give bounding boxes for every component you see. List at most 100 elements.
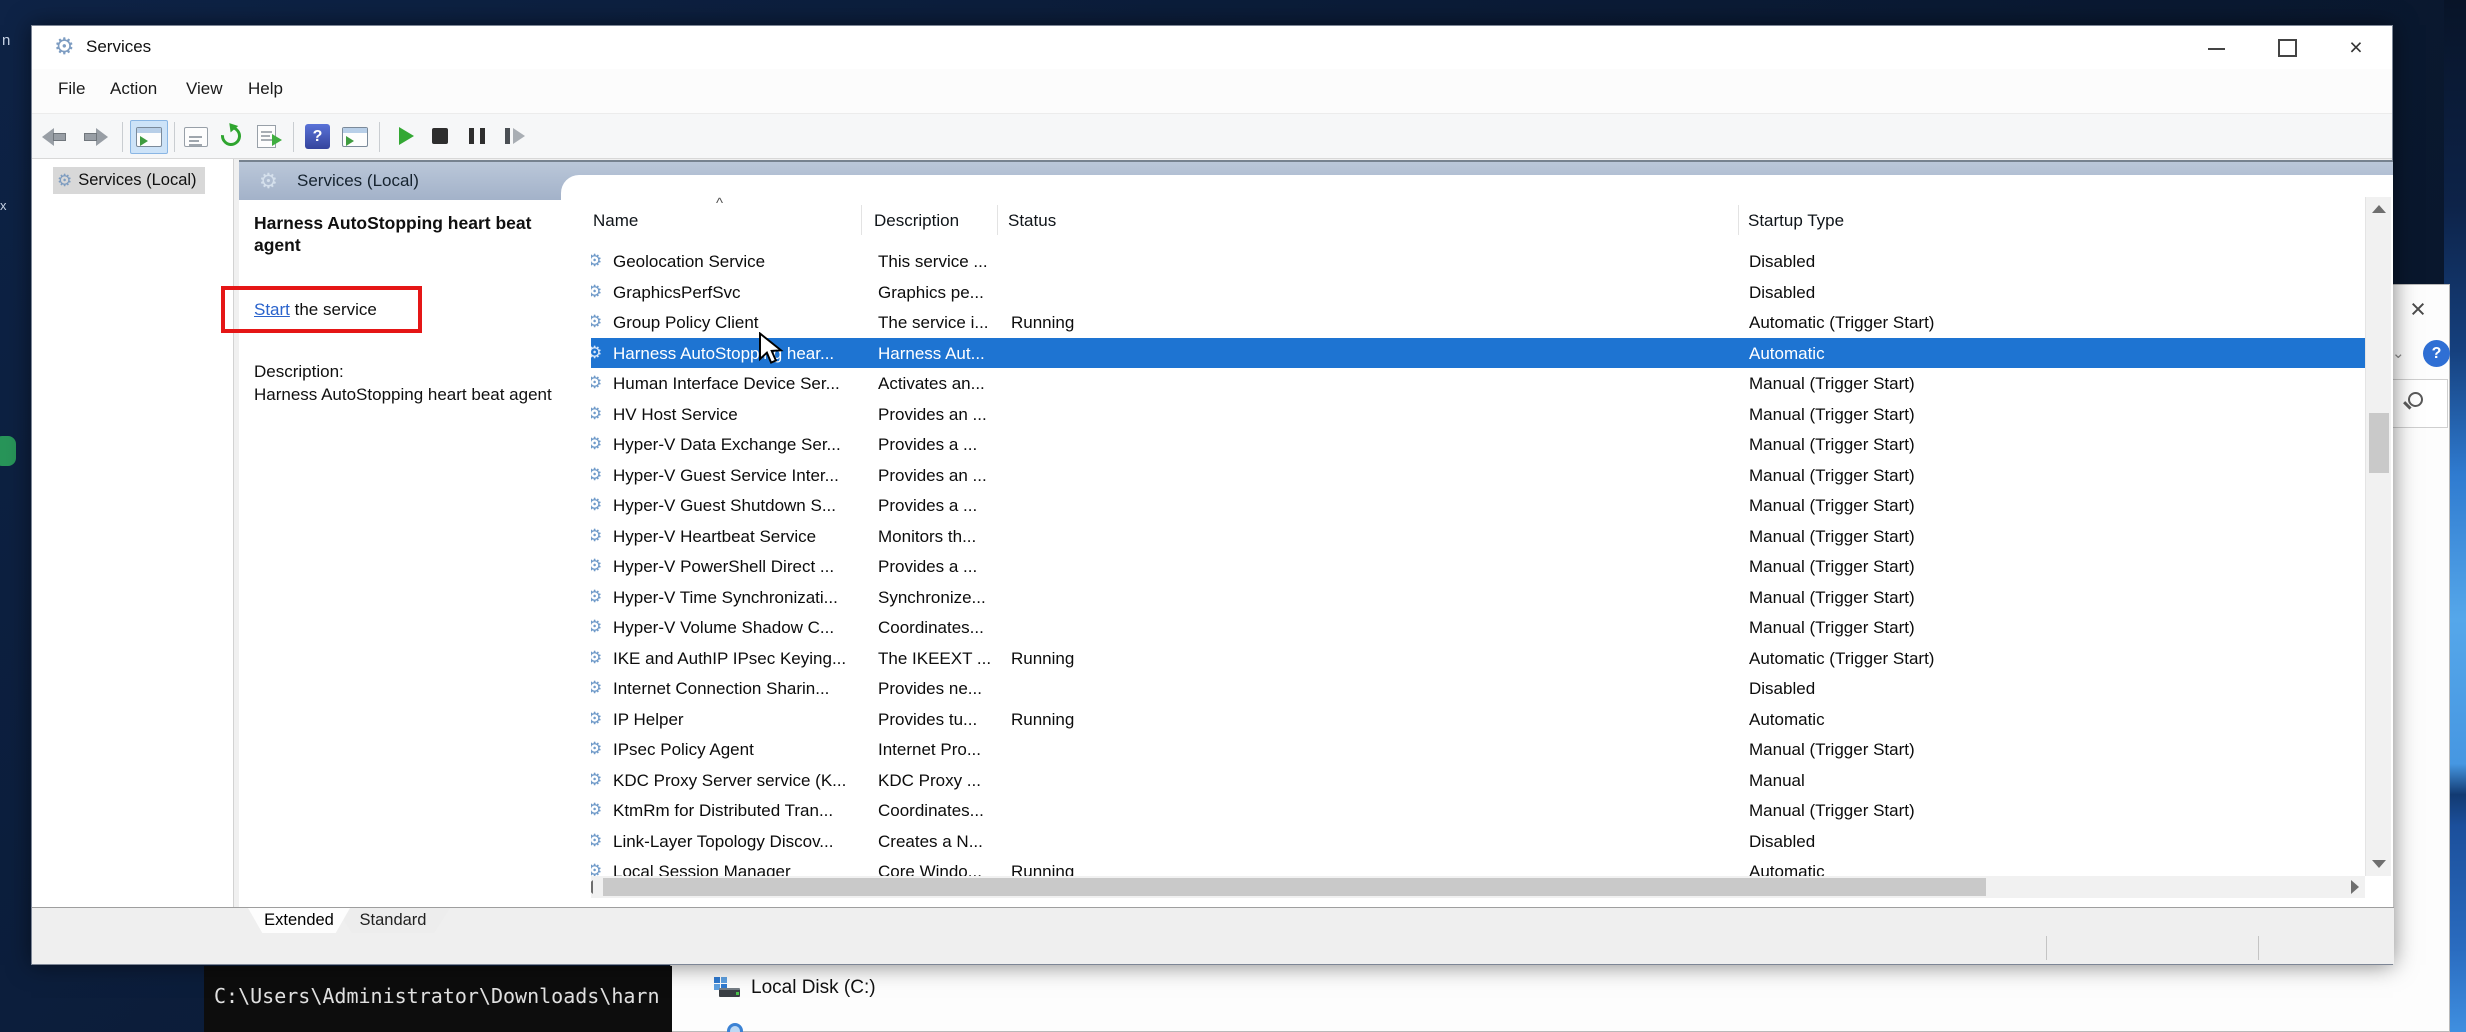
cell-startup: Disabled bbox=[1749, 283, 1815, 303]
window-title: Services bbox=[86, 37, 151, 57]
vertical-scrollbar[interactable] bbox=[2365, 197, 2391, 876]
tab-extended[interactable]: Extended bbox=[248, 908, 350, 933]
show-action-pane-icon[interactable] bbox=[342, 127, 368, 147]
menu-view[interactable]: View bbox=[186, 79, 223, 99]
service-row[interactable]: ⚙Internet Connection Sharin...Provides n… bbox=[584, 673, 2365, 704]
vertical-scroll-thumb[interactable] bbox=[2369, 413, 2389, 473]
explorer-help-icon[interactable]: ? bbox=[2423, 340, 2450, 367]
cell-name: Group Policy Client bbox=[613, 313, 759, 333]
cell-startup: Manual (Trigger Start) bbox=[1749, 527, 1915, 547]
column-header-name[interactable]: Name bbox=[593, 211, 638, 231]
cell-name: Hyper-V Heartbeat Service bbox=[613, 527, 816, 547]
service-row[interactable]: ⚙Geolocation ServiceThis service ...Disa… bbox=[584, 246, 2365, 277]
cell-desc: KDC Proxy ... bbox=[878, 771, 981, 791]
column-header-status[interactable]: Status bbox=[1008, 211, 1056, 231]
cell-desc: Activates an... bbox=[878, 374, 985, 394]
service-row[interactable]: ⚙Hyper-V Heartbeat ServiceMonitors th...… bbox=[584, 521, 2365, 552]
menu-file[interactable]: File bbox=[58, 79, 85, 99]
cell-desc: Internet Pro... bbox=[878, 740, 981, 760]
cell-startup: Manual (Trigger Start) bbox=[1749, 405, 1915, 425]
cell-startup: Manual (Trigger Start) bbox=[1749, 618, 1915, 638]
cell-desc: Graphics pe... bbox=[878, 283, 984, 303]
stop-service-icon[interactable] bbox=[432, 128, 448, 144]
description-label: Description: bbox=[254, 362, 344, 382]
cell-startup: Disabled bbox=[1749, 832, 1815, 852]
cell-desc: Creates a N... bbox=[878, 832, 983, 852]
explorer-close-icon[interactable]: × bbox=[2400, 292, 2436, 326]
toolbar: ? bbox=[32, 113, 2392, 159]
cell-desc: The service i... bbox=[878, 313, 989, 333]
service-row[interactable]: ⚙Hyper-V Guest Service Inter...Provides … bbox=[584, 460, 2365, 491]
service-row[interactable]: ⚙Hyper-V Volume Shadow C...Coordinates..… bbox=[584, 612, 2365, 643]
cell-desc: Provides ne... bbox=[878, 679, 982, 699]
cell-desc: Provides a ... bbox=[878, 435, 977, 455]
tab-standard[interactable]: Standard bbox=[336, 908, 450, 933]
cell-startup: Manual (Trigger Start) bbox=[1749, 740, 1915, 760]
menu-action[interactable]: Action bbox=[110, 79, 157, 99]
ribbon-chevron-icon[interactable]: ⌄ bbox=[2392, 344, 2405, 362]
service-row[interactable]: ⚙KDC Proxy Server service (K...KDC Proxy… bbox=[584, 765, 2365, 796]
service-row[interactable]: ⚙Local Session ManagerCore Windo...Runni… bbox=[584, 856, 2365, 876]
cell-name: Hyper-V Guest Service Inter... bbox=[613, 466, 839, 486]
scroll-down-icon[interactable] bbox=[2372, 860, 2386, 868]
help-icon[interactable]: ? bbox=[305, 124, 330, 149]
service-row[interactable]: ⚙IPsec Policy AgentInternet Pro...Manual… bbox=[584, 734, 2365, 765]
cell-status: Running bbox=[1011, 313, 1074, 333]
cell-name: GraphicsPerfSvc bbox=[613, 283, 741, 303]
refresh-icon[interactable] bbox=[217, 122, 245, 150]
cell-startup: Manual (Trigger Start) bbox=[1749, 374, 1915, 394]
scroll-right-icon[interactable] bbox=[2351, 880, 2359, 894]
menu-help[interactable]: Help bbox=[248, 79, 283, 99]
service-row[interactable]: ⚙Link-Layer Topology Discov...Creates a … bbox=[584, 826, 2365, 857]
service-row[interactable]: ⚙KtmRm for Distributed Tran...Coordinate… bbox=[584, 795, 2365, 826]
cell-desc: The IKEEXT ... bbox=[878, 649, 991, 669]
services-window: ⚙ Services × File Action View Help ? bbox=[31, 25, 2393, 965]
close-button[interactable]: × bbox=[2328, 26, 2384, 69]
service-row[interactable]: ⚙GraphicsPerfSvcGraphics pe...Disabled bbox=[584, 277, 2365, 308]
column-header-startup[interactable]: Startup Type bbox=[1748, 211, 1844, 231]
service-rows: ⚙Geolocation ServiceThis service ...Disa… bbox=[561, 246, 2365, 876]
cell-startup: Manual (Trigger Start) bbox=[1749, 588, 1915, 608]
desktop-icon-label-fragment: x bbox=[0, 198, 7, 213]
horizontal-scroll-thumb[interactable] bbox=[603, 878, 1986, 896]
command-prompt-window[interactable]: C:\Users\Administrator\Downloads\harn bbox=[204, 966, 672, 1032]
horizontal-scrollbar[interactable] bbox=[579, 876, 2365, 898]
back-icon[interactable] bbox=[42, 128, 68, 146]
title-bar[interactable]: ⚙ Services × bbox=[32, 26, 2392, 69]
sort-ascending-icon: ^ bbox=[716, 195, 723, 212]
service-row[interactable]: ⚙IP HelperProvides tu...RunningAutomatic bbox=[584, 704, 2365, 735]
cell-name: Hyper-V Time Synchronizati... bbox=[613, 588, 838, 608]
service-row[interactable]: ⚙Hyper-V Time Synchronizati...Synchroniz… bbox=[584, 582, 2365, 613]
tree-item-services-local[interactable]: ⚙ Services (Local) bbox=[53, 167, 205, 194]
service-row[interactable]: ⚙Hyper-V PowerShell Direct ...Provides a… bbox=[584, 551, 2365, 582]
cell-desc: Provides an ... bbox=[878, 405, 987, 425]
cell-name: Hyper-V Volume Shadow C... bbox=[613, 618, 834, 638]
start-service-icon[interactable] bbox=[399, 127, 414, 145]
service-row[interactable]: ⚙HV Host ServiceProvides an ...Manual (T… bbox=[584, 399, 2365, 430]
restart-service-icon[interactable] bbox=[505, 128, 525, 144]
services-app-icon: ⚙ bbox=[54, 33, 75, 60]
cell-desc: Provides tu... bbox=[878, 710, 977, 730]
service-row[interactable]: ⚙Group Policy ClientThe service i...Runn… bbox=[584, 307, 2365, 338]
maximize-button[interactable] bbox=[2258, 26, 2314, 69]
console-tree-panel: ⚙ Services (Local) bbox=[32, 159, 234, 907]
show-console-tree-icon[interactable] bbox=[130, 120, 168, 154]
service-row[interactable]: ⚙Hyper-V Data Exchange Ser...Provides a … bbox=[584, 429, 2365, 460]
cell-startup: Automatic bbox=[1749, 344, 1825, 364]
service-row[interactable]: ⚙Harness AutoStopping hear...Harness Aut… bbox=[584, 338, 2365, 369]
drive-list-item[interactable]: Local Disk (C:) bbox=[714, 977, 876, 999]
column-header-description[interactable]: Description bbox=[874, 211, 959, 231]
service-row[interactable]: ⚙Hyper-V Guest Shutdown S...Provides a .… bbox=[584, 490, 2365, 521]
minimize-button[interactable] bbox=[2188, 26, 2244, 69]
export-list-icon[interactable] bbox=[257, 125, 276, 148]
service-row[interactable]: ⚙IKE and AuthIP IPsec Keying...The IKEEX… bbox=[584, 643, 2365, 674]
selected-service-title: Harness AutoStopping heart beat agent bbox=[254, 212, 564, 256]
service-row[interactable]: ⚙Human Interface Device Ser...Activates … bbox=[584, 368, 2365, 399]
properties-icon[interactable] bbox=[184, 127, 208, 147]
cell-desc: Provides a ... bbox=[878, 496, 977, 516]
cell-name: Geolocation Service bbox=[613, 252, 765, 272]
services-node-icon: ⚙ bbox=[57, 171, 72, 191]
pause-service-icon[interactable] bbox=[469, 128, 485, 144]
forward-icon[interactable] bbox=[82, 128, 108, 146]
scroll-up-icon[interactable] bbox=[2372, 205, 2386, 213]
